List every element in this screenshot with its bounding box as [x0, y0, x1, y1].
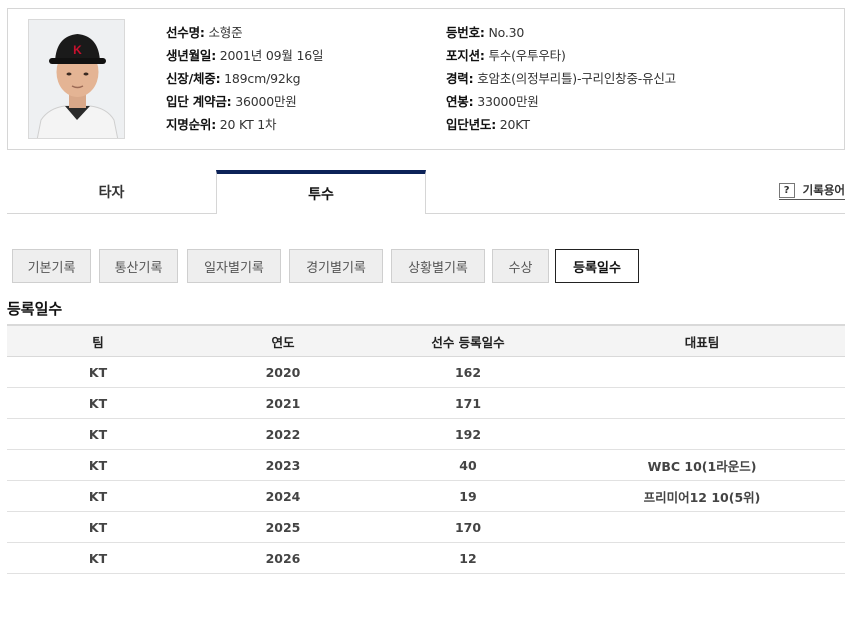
subtab-situation-record[interactable]: 상황별기록 — [391, 249, 485, 283]
subtab-game-record[interactable]: 경기별기록 — [289, 249, 383, 283]
cell-team: KT — [88, 395, 108, 411]
info-debut-year: 입단년도: 20KT — [446, 114, 530, 133]
cell-team: KT — [88, 488, 108, 504]
cell-year: 2024 — [265, 488, 301, 504]
info-career: 경력: 호암초(의정부리틀)-구리인창중-유신고 — [446, 68, 676, 87]
table-row: KT 2024 19 프리미어12 10(5위) — [7, 481, 845, 512]
cell-days: 171 — [454, 395, 482, 411]
cell-year: 2021 — [265, 395, 301, 411]
cell-team: KT — [88, 426, 108, 442]
subtab-basic-record[interactable]: 기본기록 — [12, 249, 91, 283]
svg-text:K: K — [73, 43, 82, 57]
header-team: 팀 — [92, 334, 104, 350]
cell-team: KT — [88, 519, 108, 535]
info-signing-bonus: 입단 계약금: 36000만원 — [166, 91, 297, 110]
cell-year: 2026 — [265, 550, 301, 566]
info-label: 신장/체중: — [166, 71, 221, 86]
cell-year: 2025 — [265, 519, 301, 535]
table-row: KT 2026 12 — [7, 543, 845, 574]
info-label: 선수명: — [166, 25, 205, 40]
tab-hitter[interactable]: 타자 — [7, 170, 216, 214]
table-row: KT 2022 192 — [7, 419, 845, 450]
cell-national-team — [559, 388, 845, 418]
cell-national-team: 프리미어12 10(5위) — [643, 489, 761, 505]
info-label: 연봉: — [446, 94, 474, 109]
info-label: 입단년도: — [446, 117, 496, 132]
info-value: 소형준 — [208, 25, 243, 40]
info-birthdate: 생년월일: 2001년 09월 16일 — [166, 45, 323, 64]
cell-year: 2020 — [265, 364, 301, 380]
info-value: 20 KT 1차 — [219, 117, 277, 132]
info-value: No.30 — [488, 25, 525, 40]
cell-team: KT — [88, 550, 108, 566]
glossary-label: 기록용어 — [802, 183, 845, 197]
info-label: 포지션: — [446, 48, 485, 63]
subtab-daily-record[interactable]: 일자별기록 — [187, 249, 281, 283]
cell-days: 192 — [454, 426, 482, 442]
info-value: 2001년 09월 16일 — [219, 48, 324, 63]
info-label: 입단 계약금: — [166, 94, 232, 109]
question-icon: ? — [778, 182, 795, 198]
subtab-registration-days[interactable]: 등록일수 — [555, 249, 639, 283]
glossary-link[interactable]: ? 기록용어 — [778, 182, 845, 200]
subtab-awards[interactable]: 수상 — [492, 249, 549, 283]
info-draft: 지명순위: 20 KT 1차 — [166, 114, 277, 133]
cell-days: 19 — [459, 488, 477, 504]
header-year: 연도 — [271, 334, 295, 350]
cell-days: 40 — [459, 457, 477, 473]
table-row: KT 2025 170 — [7, 512, 845, 543]
cell-team: KT — [88, 457, 108, 473]
info-position: 포지션: 투수(우투우타) — [446, 45, 566, 64]
table-row: KT 2020 162 — [7, 357, 845, 388]
header-national-team: 대표팀 — [684, 334, 720, 350]
section-title: 등록일수 — [7, 300, 63, 318]
info-label: 등번호: — [446, 25, 485, 40]
info-uniform-number: 등번호: No.30 — [446, 22, 524, 41]
cell-national-team — [559, 419, 845, 449]
cell-days: 170 — [454, 519, 482, 535]
cell-days: 162 — [454, 364, 482, 380]
header-registration-days: 선수 등록일수 — [431, 334, 505, 350]
cell-team: KT — [88, 364, 108, 380]
table-row: KT 2023 40 WBC 10(1라운드) — [7, 450, 845, 481]
table-row: KT 2021 171 — [7, 388, 845, 419]
player-avatar-icon: K — [29, 20, 124, 138]
info-value: 33000만원 — [477, 94, 539, 109]
info-value: 36000만원 — [235, 94, 297, 109]
info-value: 투수(우투우타) — [488, 48, 566, 63]
info-value: 호암초(의정부리틀)-구리인창중-유신고 — [477, 71, 676, 86]
cell-national-team — [559, 512, 845, 542]
cell-year: 2022 — [265, 426, 301, 442]
info-value: 20KT — [499, 117, 530, 132]
info-label: 경력: — [446, 71, 474, 86]
cell-national-team — [559, 357, 845, 387]
cell-national-team — [559, 543, 845, 573]
tab-pitcher[interactable]: 투수 — [216, 170, 426, 214]
cell-days: 12 — [459, 550, 477, 566]
registration-days-table: 팀 연도 선수 등록일수 대표팀 KT 2020 162 KT 2021 171… — [7, 324, 845, 574]
info-height-weight: 신장/체중: 189cm/92kg — [166, 68, 301, 87]
cell-national-team: WBC 10(1라운드) — [647, 458, 757, 474]
info-name: 선수명: 소형준 — [166, 22, 243, 41]
position-tabs: 타자 투수 ? 기록용어 — [7, 170, 845, 214]
info-value: 189cm/92kg — [224, 71, 301, 86]
info-label: 생년월일: — [166, 48, 216, 63]
info-label: 지명순위: — [166, 117, 216, 132]
info-salary: 연봉: 33000만원 — [446, 91, 539, 110]
cell-year: 2023 — [265, 457, 301, 473]
table-header: 팀 연도 선수 등록일수 대표팀 — [7, 326, 845, 357]
player-profile-card: K 선수명: 소형준 생년월일: 2001년 09월 16일 신장/체중: 18… — [7, 8, 845, 150]
subtab-career-record[interactable]: 통산기록 — [99, 249, 178, 283]
player-photo: K — [28, 19, 125, 139]
